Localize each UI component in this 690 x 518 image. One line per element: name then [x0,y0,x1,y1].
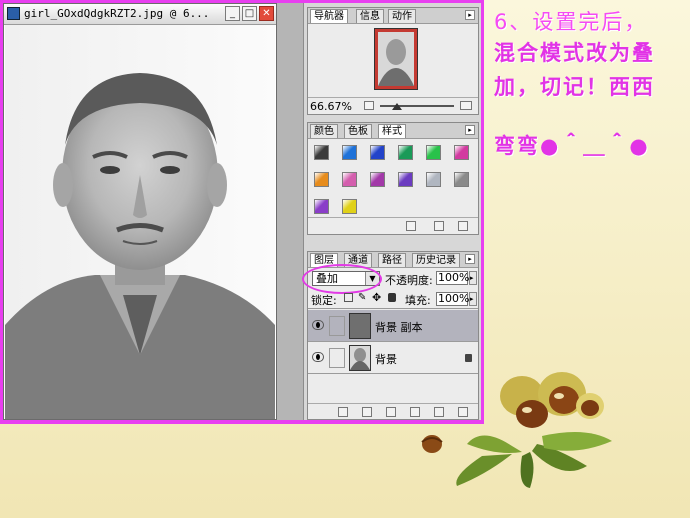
photoshop-doc-icon [7,7,20,20]
styles-tabs: 颜色 色板 样式 ▸ [308,123,478,139]
opacity-label: 不透明度: [385,274,433,287]
close-button[interactable]: ✕ [259,6,274,21]
annotation-line-4: 弯弯●＾＿＾● [494,134,650,158]
annotation-line-2: 混合模式改为叠 [494,41,655,65]
navigator-preview[interactable] [374,28,418,90]
layer-name: 背景 副本 [375,321,423,334]
styles-panel-footer [308,217,478,234]
style-swatch[interactable] [426,145,441,160]
fill-label: 填充: [405,294,431,307]
document-title: girl_GOxdQdgkRZT2.jpg @ 6... [24,7,210,20]
lock-transparent-icon[interactable] [344,293,353,302]
zoom-slider-thumb[interactable] [392,103,402,110]
layer-row-background-copy[interactable]: 背景 副本 [308,310,478,342]
annotation-line-1: 6、设置完后， [494,10,648,34]
opacity-arrow-icon[interactable]: ▸ [469,271,477,285]
portrait-photo [5,25,275,419]
minimize-button[interactable]: _ [225,6,240,21]
tab-navigator[interactable]: 导航器 [310,9,348,23]
document-title-bar[interactable]: girl_GOxdQdgkRZT2.jpg @ 6... _ □ ✕ [4,4,276,25]
annotation-line-3: 加，切记！西西 [494,75,655,99]
style-swatch[interactable] [454,145,469,160]
tab-swatches[interactable]: 色板 [344,124,372,138]
layer-thumbnail [349,345,371,371]
lock-label: 锁定: [311,294,337,307]
zoom-level[interactable]: 66.67% [310,100,352,113]
layer-mask-icon[interactable] [386,407,396,417]
tab-history[interactable]: 历史记录 [412,253,460,267]
delete-style-icon[interactable] [458,221,468,231]
layer-name: 背景 [375,353,397,366]
navigator-thumbnail [378,32,414,86]
document-scroll-area [277,3,303,420]
lock-all-icon[interactable] [388,293,396,302]
style-swatch[interactable] [314,172,329,187]
styles-menu-icon[interactable]: ▸ [465,125,475,135]
tab-actions[interactable]: 动作 [388,9,416,23]
portrait-image [5,25,275,419]
navigator-panel: 导航器 信息 动作 ▸ 66.67% [307,7,479,115]
style-swatch[interactable] [342,145,357,160]
zoom-in-icon[interactable] [460,101,472,110]
lock-row: 锁定: ✎ ✥ 填充: 100% ▸ [308,290,478,309]
clear-style-icon[interactable] [406,221,416,231]
zoom-bar: 66.67% [308,97,478,115]
style-swatch[interactable] [342,199,357,214]
styles-panel: 颜色 色板 样式 ▸ [307,122,479,235]
style-swatch[interactable] [370,145,385,160]
style-swatch[interactable] [426,172,441,187]
lock-brush-icon[interactable]: ✎ [358,292,366,303]
tab-color[interactable]: 颜色 [310,124,338,138]
tab-info[interactable]: 信息 [356,9,384,23]
fill-arrow-icon[interactable]: ▸ [469,292,477,306]
style-swatch[interactable] [398,172,413,187]
tab-styles[interactable]: 样式 [378,124,406,138]
navigator-tabs: 导航器 信息 动作 ▸ [308,8,478,24]
style-swatch[interactable] [314,199,329,214]
chestnut-decoration [421,372,612,488]
new-style-icon[interactable] [434,221,444,231]
style-swatch[interactable] [398,145,413,160]
layer-style-icon[interactable] [362,407,372,417]
link-slot[interactable] [329,348,345,368]
style-swatch[interactable] [370,172,385,187]
lock-move-icon[interactable]: ✥ [372,291,381,304]
fill-field[interactable]: 100% [436,292,469,306]
link-layers-icon[interactable] [338,407,348,417]
maximize-button[interactable]: □ [242,6,257,21]
style-swatch[interactable] [454,172,469,187]
visibility-eye-icon[interactable] [312,352,324,362]
brush-link-icon[interactable] [329,316,345,336]
tab-paths[interactable]: 路径 [378,253,406,267]
document-window: girl_GOxdQdgkRZT2.jpg @ 6... _ □ ✕ [3,3,277,420]
visibility-eye-icon[interactable] [312,320,324,330]
style-swatch[interactable] [314,145,329,160]
style-swatch[interactable] [342,172,357,187]
layer-thumbnail [349,313,371,339]
layers-menu-icon[interactable]: ▸ [465,254,475,264]
opacity-field[interactable]: 100% [436,271,469,285]
zoom-out-icon[interactable] [364,101,374,110]
navigator-menu-icon[interactable]: ▸ [465,10,475,20]
